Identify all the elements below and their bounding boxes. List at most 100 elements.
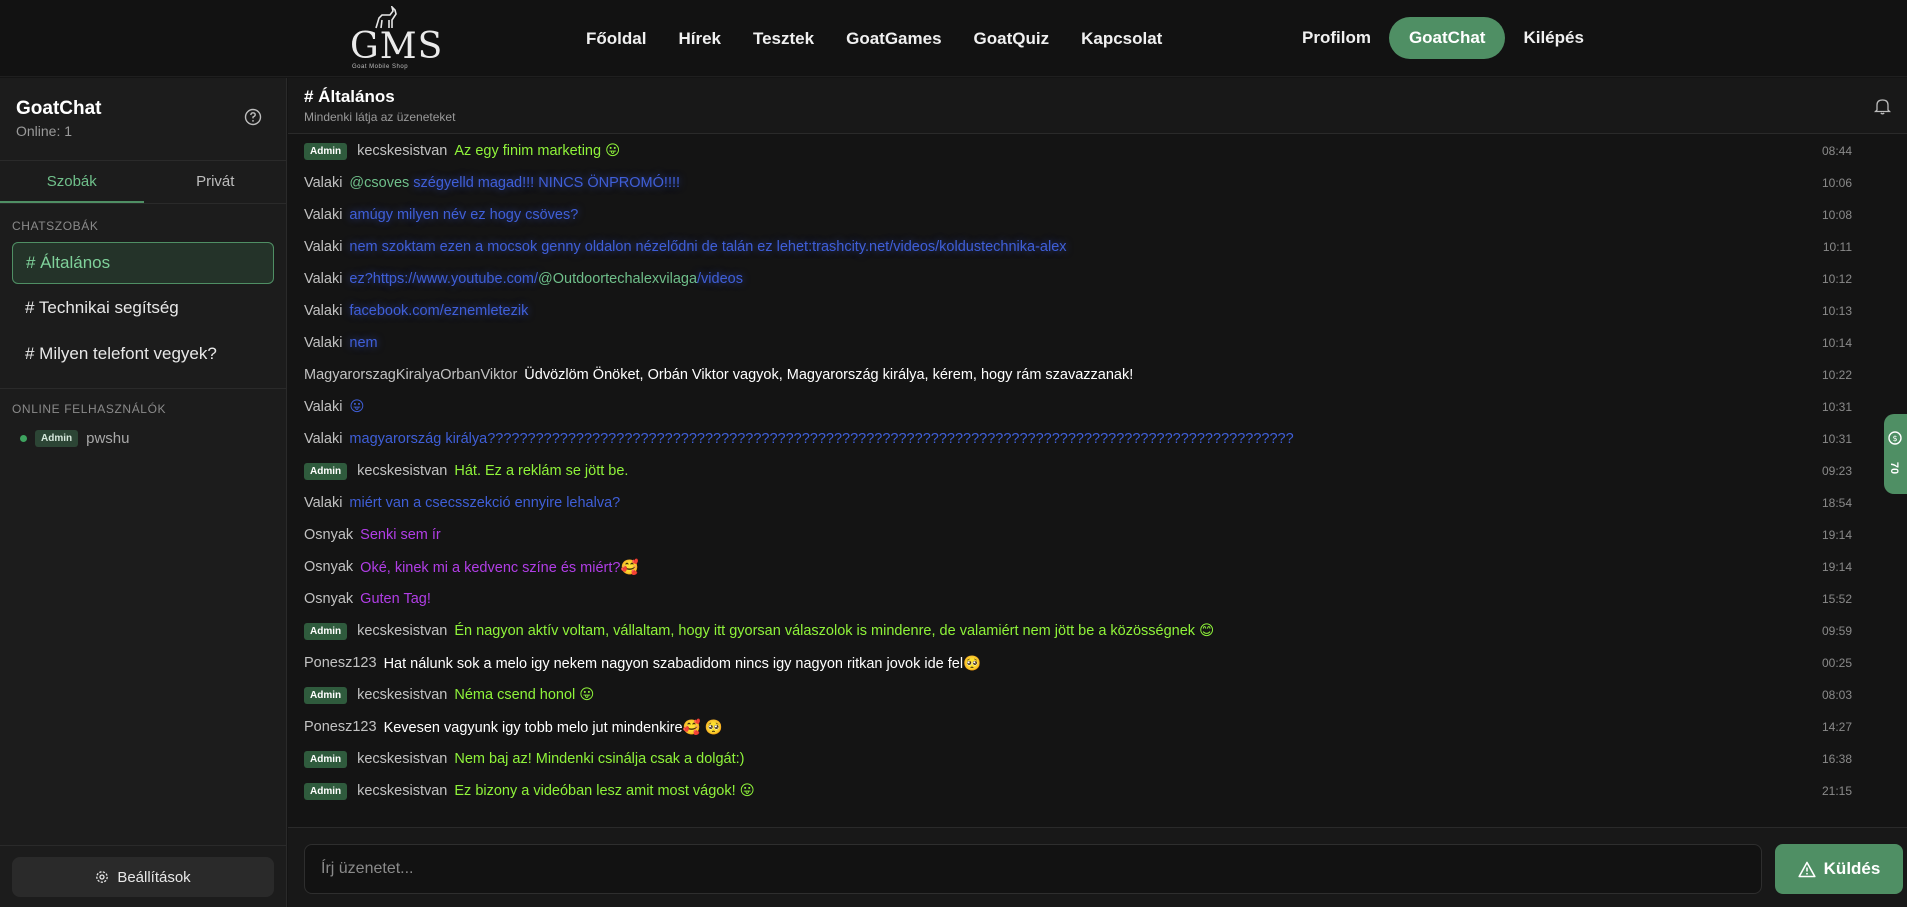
message-time: 10:31: [1821, 432, 1852, 446]
online-user[interactable]: Admin pwshu: [20, 430, 129, 447]
message-time: 10:14: [1821, 336, 1852, 350]
message-link[interactable]: ez?https://www.youtube.com/: [349, 271, 538, 287]
nav-logout[interactable]: Kilépés: [1507, 20, 1599, 56]
message-text: nem: [349, 335, 378, 351]
nav-goatquiz[interactable]: GoatQuiz: [958, 21, 1066, 57]
help-icon[interactable]: [244, 108, 262, 126]
message-author[interactable]: Valaki: [304, 271, 342, 287]
sidebar-tabs: Szobák Privát: [0, 160, 287, 204]
sidebar-bottom-divider: [0, 845, 287, 846]
message-author[interactable]: Valaki: [304, 239, 342, 255]
send-button[interactable]: Küldés: [1775, 844, 1903, 894]
admin-badge: Admin: [35, 430, 79, 447]
message-text: Ez bizony a videóban lesz amit most vágo…: [454, 783, 755, 799]
main-menu: Főoldal Hírek Tesztek GoatGames GoatQuiz…: [570, 21, 1178, 57]
message-author[interactable]: Osnyak: [304, 559, 353, 575]
tab-szobak[interactable]: Szobák: [0, 161, 144, 203]
sidebar-title: GoatChat: [16, 98, 102, 119]
side-tab-count: 70: [1888, 461, 1901, 475]
message-author[interactable]: kecskesistvan: [357, 623, 447, 639]
message-time: 18:54: [1821, 496, 1852, 510]
message-input[interactable]: Írj üzenetet...: [304, 844, 1762, 894]
message-author[interactable]: Osnyak: [304, 591, 353, 607]
message-time: 19:14: [1821, 528, 1852, 542]
message-row: Admin kecskesistvan Ez bizony a videóban…: [304, 775, 1852, 807]
room-milyen-telefont[interactable]: # Milyen telefont vegyek?: [12, 334, 274, 376]
settings-button[interactable]: Beállítások: [12, 857, 274, 897]
message-row: Admin kecskesistvan Hát. Ez a reklám se …: [304, 455, 1852, 487]
nav-tesztek[interactable]: Tesztek: [737, 21, 830, 57]
nav-goatchat-active[interactable]: GoatChat: [1388, 17, 1506, 59]
admin-badge: Admin: [304, 462, 348, 480]
message-mention[interactable]: @csoves: [349, 175, 409, 191]
online-count: Online: 1: [16, 123, 73, 139]
message-row: Valaki facebook.com/eznemletezik 10:13: [304, 295, 1852, 327]
nav-fooldal[interactable]: Főoldal: [570, 21, 662, 57]
message-mention[interactable]: @Outdoortechalexvilaga: [538, 271, 697, 287]
message-author[interactable]: Valaki: [304, 175, 342, 191]
message-time: 09:59: [1821, 624, 1852, 638]
message-time: 10:31: [1821, 400, 1852, 414]
message-composer: Írj üzenetet... Küldés: [288, 827, 1907, 907]
message-time: 10:13: [1821, 304, 1852, 318]
message-text: Hat nálunk sok a melo igy nekem nagyon s…: [383, 655, 982, 672]
top-nav: GMS Goat Mobile Shop Főoldal Hírek Teszt…: [0, 0, 1907, 77]
channel-title: # Általános: [304, 87, 395, 106]
message-time: 15:52: [1821, 592, 1852, 606]
message-text: nem szoktam ezen a mocsok genny oldalon …: [349, 239, 1067, 255]
message-row: Admin kecskesistvan Néma csend honol 😛 0…: [304, 679, 1852, 711]
message-row: Osnyak Oké, kinek mi a kedvenc színe és …: [304, 551, 1852, 583]
message-text: Guten Tag!: [360, 591, 431, 607]
nav-goatgames[interactable]: GoatGames: [830, 21, 957, 57]
message-author[interactable]: kecskesistvan: [357, 687, 447, 703]
message-author[interactable]: kecskesistvan: [357, 783, 447, 799]
send-label: Küldés: [1823, 859, 1881, 878]
admin-badge: Admin: [304, 782, 348, 800]
nav-kapcsolat[interactable]: Kapcsolat: [1065, 21, 1178, 57]
message-text: Nem baj az! Mindenki csinálja csak a dol…: [454, 751, 745, 767]
message-row: Valaki ez?https://www.youtube.com/ @Outd…: [304, 263, 1852, 295]
channel-header: # Általános Mindenki látja az üzeneteket: [288, 78, 1907, 134]
message-time: 19:14: [1821, 560, 1852, 574]
gms-logo[interactable]: GMS Goat Mobile Shop: [348, 6, 442, 70]
online-status-dot: [20, 435, 27, 442]
nav-profile[interactable]: Profilom: [1286, 20, 1387, 56]
message-list: Admin kecskesistvan Az egy finim marketi…: [288, 135, 1880, 825]
message-time: 21:15: [1821, 784, 1852, 798]
channel-subtitle: Mindenki látja az üzeneteket: [304, 110, 456, 124]
message-time: 09:23: [1821, 464, 1852, 478]
tab-privat[interactable]: Privát: [144, 161, 288, 203]
online-user-name: pwshu: [86, 430, 130, 447]
message-author[interactable]: kecskesistvan: [357, 143, 447, 159]
chat-sidebar: GoatChat Online: 1 Szobák Privát CHATSZO…: [0, 78, 287, 907]
message-text: Néma csend honol 😛: [454, 687, 595, 703]
message-author[interactable]: Valaki: [304, 207, 342, 223]
message-time: 10:06: [1821, 176, 1852, 190]
message-row: Admin kecskesistvan Az egy finim marketi…: [304, 135, 1852, 167]
nav-hirek[interactable]: Hírek: [662, 21, 737, 57]
admin-badge: Admin: [304, 686, 348, 704]
message-text: Én nagyon aktív voltam, vállaltam, hogy …: [454, 623, 1215, 639]
message-author[interactable]: Valaki: [304, 303, 342, 319]
svg-text:$: $: [1892, 434, 1897, 443]
message-row: Valaki amúgy milyen név ez hogy csöves? …: [304, 199, 1852, 231]
message-author[interactable]: Ponesz123: [304, 655, 377, 671]
message-author[interactable]: kecskesistvan: [357, 463, 447, 479]
message-author[interactable]: Valaki: [304, 495, 342, 511]
message-author[interactable]: kecskesistvan: [357, 751, 447, 767]
message-author[interactable]: MagyarorszagKiralyaOrbanViktor: [304, 367, 517, 383]
message-row: Valaki magyarország királya?????????????…: [304, 423, 1852, 455]
message-author[interactable]: Valaki: [304, 399, 342, 415]
message-author[interactable]: Ponesz123: [304, 719, 377, 735]
message-text: magyarország királya????????????????????…: [349, 431, 1294, 447]
message-author[interactable]: Osnyak: [304, 527, 353, 543]
message-link-suffix[interactable]: /videos: [697, 271, 743, 287]
message-author[interactable]: Valaki: [304, 431, 342, 447]
admin-badge: Admin: [304, 142, 348, 160]
room-technikai-segitseg[interactable]: # Technikai segítség: [12, 288, 274, 330]
room-altalanos[interactable]: # Általános: [12, 242, 274, 284]
user-menu: Profilom GoatChat Kilépés: [1286, 17, 1600, 59]
message-author[interactable]: Valaki: [304, 335, 342, 351]
bell-icon[interactable]: [1874, 97, 1891, 115]
floating-side-tab[interactable]: $ 70: [1884, 414, 1907, 494]
